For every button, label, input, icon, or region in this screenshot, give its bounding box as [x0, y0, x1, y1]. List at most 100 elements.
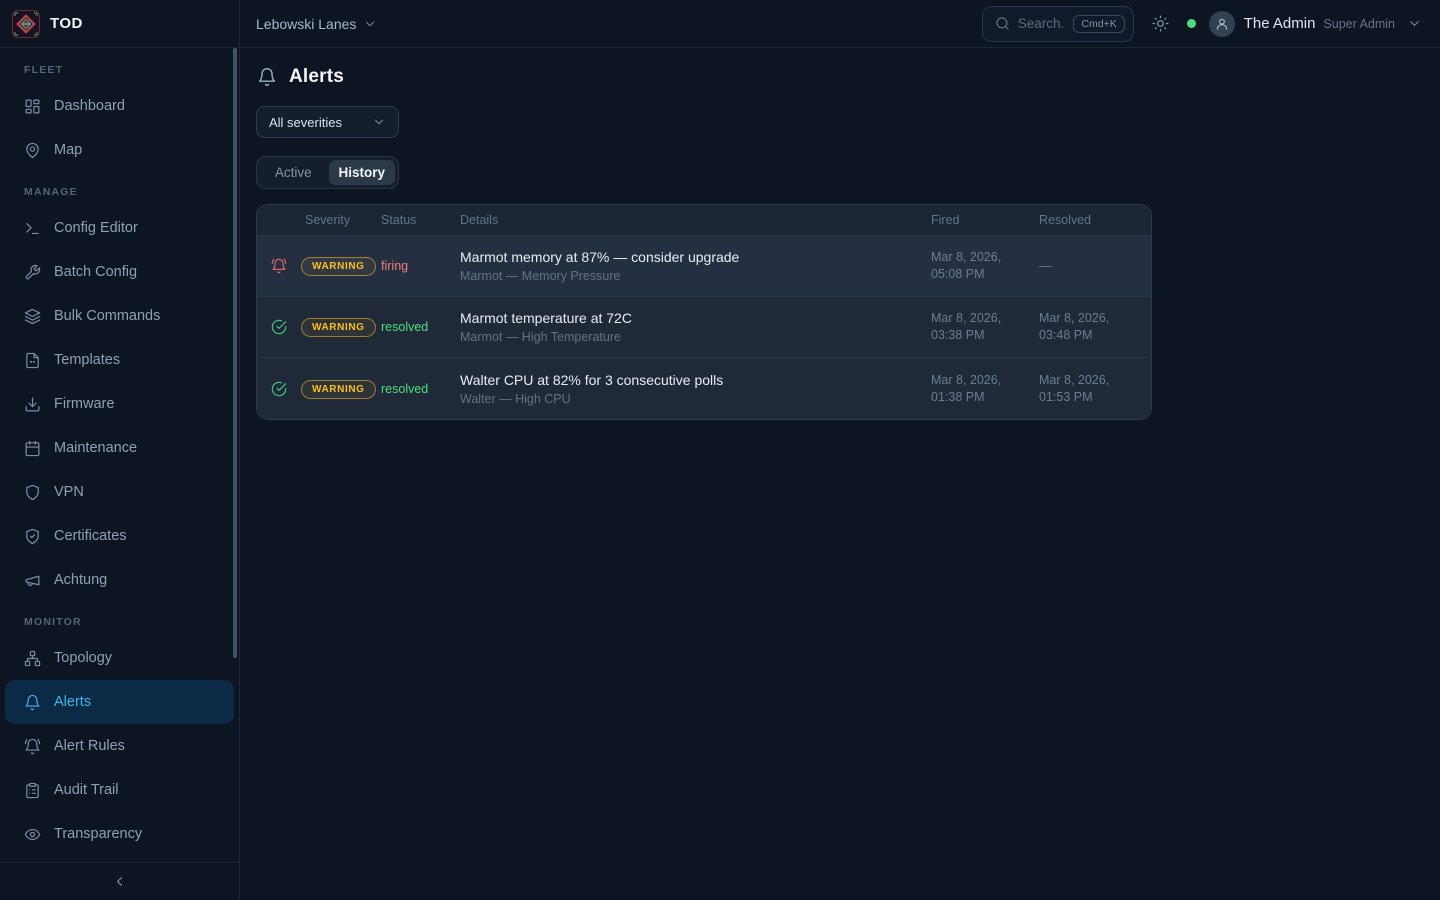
alerts-view-tabs: ActiveHistory: [256, 156, 399, 189]
alert-subtitle: Marmot — High Temperature: [460, 330, 931, 344]
user-name: The Admin: [1244, 15, 1316, 32]
search-icon: [995, 16, 1010, 31]
alerts-table-body: WARNINGfiringMarmot memory at 87% — cons…: [257, 236, 1151, 419]
sidebar-item-batch-config[interactable]: Batch Config: [5, 250, 234, 294]
alert-row[interactable]: WARNINGresolvedMarmot temperature at 72C…: [257, 297, 1151, 358]
resolved-cell: Mar 8, 2026, 01:53 PM: [1039, 372, 1151, 406]
sidebar-item-label: Achtung: [54, 572, 107, 588]
user-icon: [1215, 17, 1229, 31]
status-text: resolved: [381, 382, 460, 396]
sidebar-item-map[interactable]: Map: [5, 128, 234, 172]
severity-filter-select[interactable]: All severities: [256, 106, 399, 138]
sidebar-item-config-editor[interactable]: Config Editor: [5, 206, 234, 250]
sidebar-item-alert-rules[interactable]: Alert Rules: [5, 724, 234, 768]
column-header-fired: Fired: [931, 213, 1039, 227]
shield-icon: [24, 484, 41, 501]
tab-history[interactable]: History: [329, 160, 396, 185]
terminal-icon: [24, 220, 41, 237]
sidebar-item-label: VPN: [54, 484, 84, 500]
alerts-table: SeverityStatusDetailsFiredResolved WARNI…: [256, 204, 1152, 420]
sidebar-section-monitor: MONITORTopologyAlertsAlert RulesAudit Tr…: [0, 616, 239, 856]
sidebar-item-templates[interactable]: Templates: [5, 338, 234, 382]
fired-cell: Mar 8, 2026, 01:38 PM: [931, 372, 1039, 406]
topbar: TOD Lebowski Lanes Search... Cmd+K The A…: [0, 0, 1440, 48]
sidebar-item-topology[interactable]: Topology: [5, 636, 234, 680]
sidebar-item-maintenance[interactable]: Maintenance: [5, 426, 234, 470]
dashboard-icon: [24, 98, 41, 115]
details-cell: Walter CPU at 82% for 3 consecutive poll…: [460, 372, 931, 406]
alert-title: Marmot memory at 87% — consider upgrade: [460, 249, 931, 265]
sidebar-item-label: Transparency: [54, 826, 142, 842]
file-icon: [24, 352, 41, 369]
topbar-right: Search... Cmd+K The Admin Super Admin: [982, 6, 1440, 42]
sidebar-item-label: Templates: [54, 352, 120, 368]
status-text: firing: [381, 259, 460, 273]
sidebar-item-label: Dashboard: [54, 98, 125, 114]
rug-logo-icon: [12, 10, 40, 38]
sidebar-section-manage: MANAGE Config Editor Batch ConfigBulk Comm…: [0, 186, 239, 602]
sidebar-scrollbar[interactable]: [233, 48, 237, 658]
sidebar-item-label: Alert Rules: [54, 738, 125, 754]
theme-toggle-button[interactable]: [1152, 15, 1169, 32]
calendar-icon: [24, 440, 41, 457]
alert-subtitle: Marmot — Memory Pressure: [460, 269, 931, 283]
bell-icon: [24, 694, 41, 711]
column-header-status: Status: [381, 213, 460, 227]
megaphone-icon: [24, 572, 41, 589]
alert-title: Marmot temperature at 72C: [460, 310, 931, 326]
eye-icon: [24, 826, 41, 843]
check-circle-icon: [257, 319, 301, 335]
sidebar-collapse-button[interactable]: [0, 862, 239, 900]
map-pin-icon: [24, 142, 41, 159]
details-cell: Marmot memory at 87% — consider upgrade M…: [460, 249, 931, 283]
alert-row[interactable]: WARNINGfiringMarmot memory at 87% — cons…: [257, 236, 1151, 297]
fired-cell: Mar 8, 2026, 03:38 PM: [931, 310, 1039, 344]
avatar[interactable]: [1209, 11, 1235, 37]
layers-icon: [24, 308, 41, 325]
sidebar-item-firmware[interactable]: Firmware: [5, 382, 234, 426]
sidebar-item-alerts[interactable]: Alerts: [5, 680, 234, 724]
severity-cell: WARNING: [301, 317, 381, 337]
sidebar-item-certificates[interactable]: Certificates: [5, 514, 234, 558]
org-switcher[interactable]: Lebowski Lanes: [256, 16, 377, 32]
sidebar-item-audit-trail[interactable]: Audit Trail: [5, 768, 234, 812]
severity-cell: WARNING: [301, 379, 381, 399]
column-header-details: Details: [460, 213, 931, 227]
sidebar-section-fleet: FLEETDashboardMap: [0, 64, 239, 172]
resolved-cell: Mar 8, 2026, 03:48 PM: [1039, 310, 1151, 344]
column-header-resolved: Resolved: [1039, 213, 1151, 227]
details-cell: Marmot temperature at 72C Marmot — High T…: [460, 310, 931, 344]
severity-cell: WARNING: [301, 256, 381, 276]
bell-ring-icon: [257, 258, 301, 274]
sidebar-section-label: MANAGE: [0, 186, 239, 198]
sidebar-item-label: Alerts: [54, 694, 91, 710]
sidebar-item-vpn[interactable]: VPN: [5, 470, 234, 514]
alert-title: Walter CPU at 82% for 3 consecutive poll…: [460, 372, 931, 388]
sidebar-item-label: Audit Trail: [54, 782, 118, 798]
tab-active[interactable]: Active: [260, 160, 327, 185]
severity-badge: WARNING: [301, 380, 376, 399]
sidebar-item-achtung[interactable]: Achtung: [5, 558, 234, 602]
sidebar-item-bulk-commands[interactable]: Bulk Commands: [5, 294, 234, 338]
sidebar-item-dashboard[interactable]: Dashboard: [5, 84, 234, 128]
sidebar-item-label: Topology: [54, 650, 112, 666]
download-icon: [24, 396, 41, 413]
alert-subtitle: Walter — High CPU: [460, 392, 931, 406]
sun-icon: [1152, 15, 1169, 32]
app-root: TOD Lebowski Lanes Search... Cmd+K The A…: [0, 0, 1440, 900]
page-title: Alerts: [289, 66, 344, 88]
page-header: Alerts: [257, 66, 1424, 88]
sidebar-item-label: Certificates: [54, 528, 127, 544]
bell-ring-icon: [24, 738, 41, 755]
chevron-down-icon: [372, 115, 386, 129]
sidebar-item-label: Config Editor: [54, 220, 138, 236]
user-role: Super Admin: [1323, 17, 1395, 31]
sidebar: FLEETDashboardMapMANAGEConfig EditorBatc…: [0, 48, 240, 900]
search-input[interactable]: Search... Cmd+K: [982, 6, 1134, 42]
severity-badge: WARNING: [301, 318, 376, 337]
topology-icon: [24, 650, 41, 667]
alert-row[interactable]: WARNING resolvedWalter CPU at 82% for 3 c…: [257, 358, 1151, 419]
chevron-down-icon: [1407, 16, 1422, 31]
sidebar-item-transparency[interactable]: Transparency: [5, 812, 234, 856]
user-menu-button[interactable]: [1407, 16, 1422, 31]
